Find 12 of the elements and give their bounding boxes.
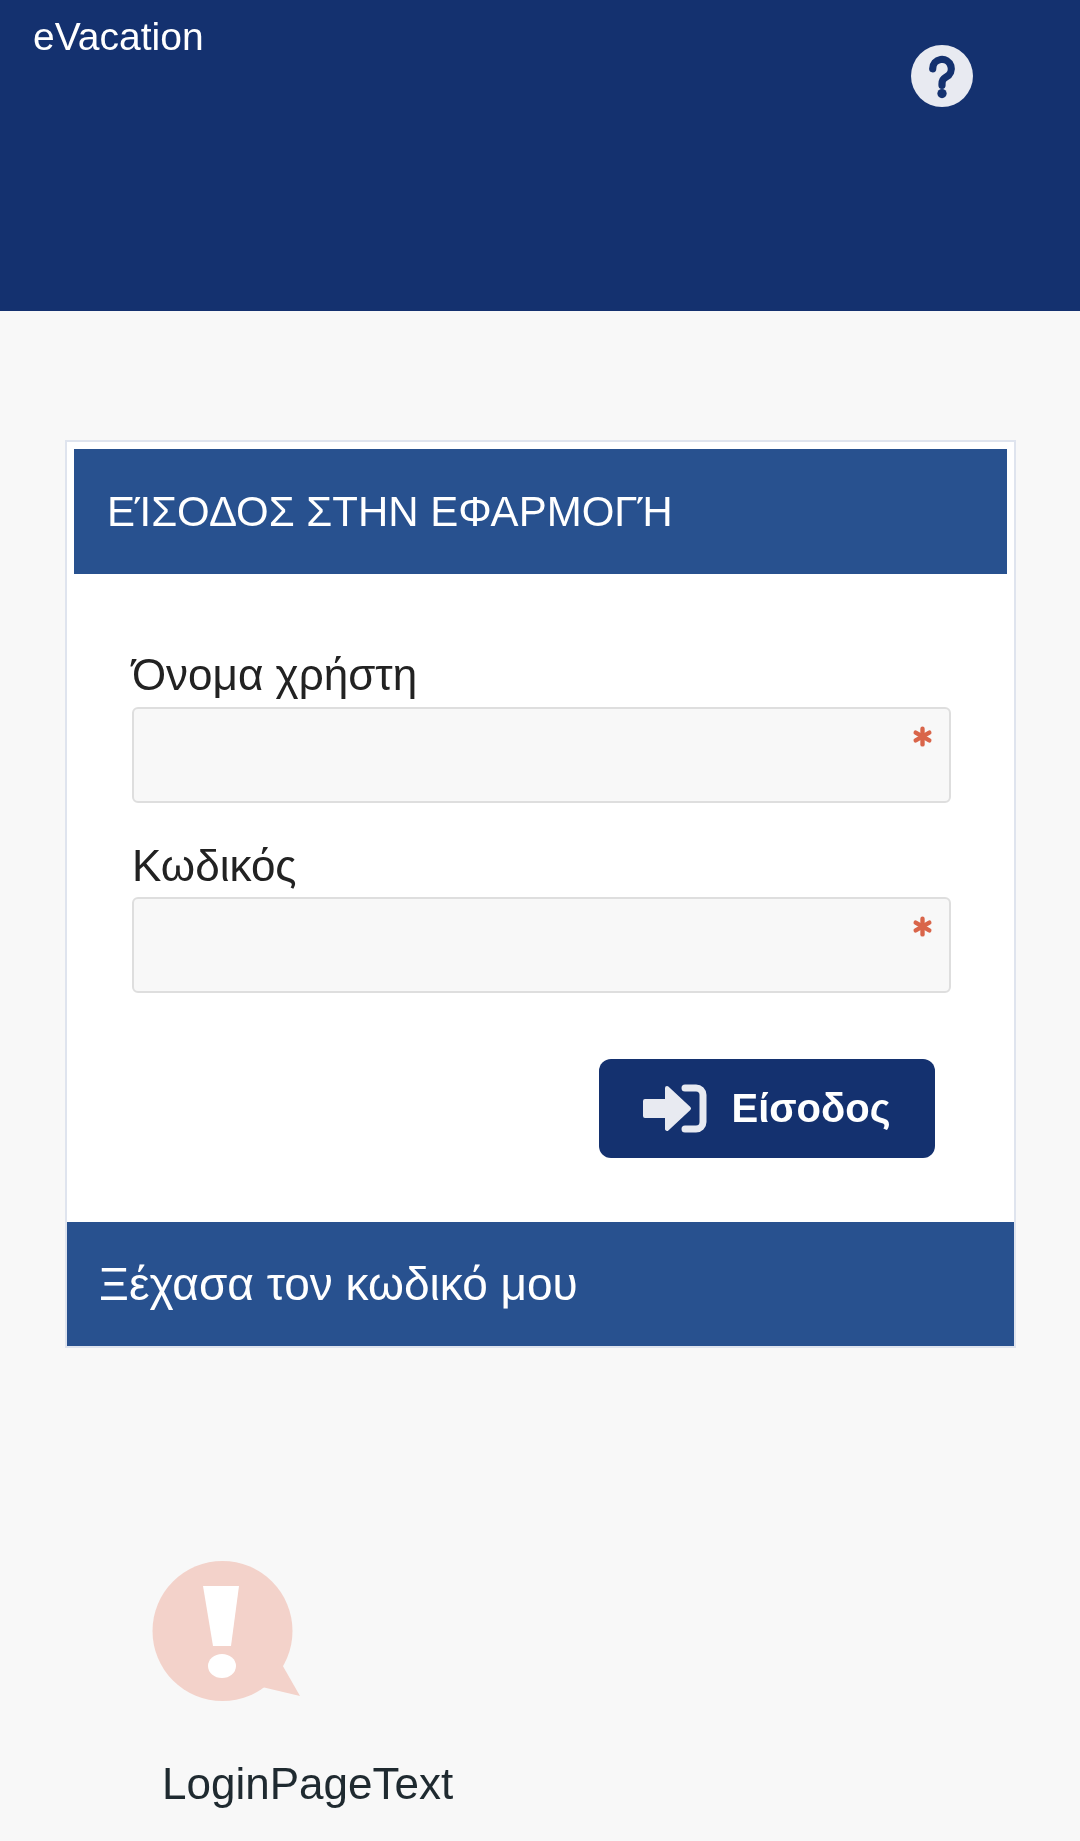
input-field[interactable] xyxy=(132,897,951,994)
field-label: Κωδικός xyxy=(132,840,297,892)
sign-in-icon xyxy=(643,1084,708,1134)
card-title: ΕΊΣΟΔΟΣ ΣΤΗΝ ΕΦΑΡΜΟΓΉ xyxy=(74,449,1007,574)
login-button[interactable]: Είσοδος xyxy=(599,1059,935,1159)
forgot-password-link[interactable]: Ξέχασα τον κωδικό μου xyxy=(67,1222,1014,1347)
input-field[interactable] xyxy=(132,706,951,803)
app-title: eVacation xyxy=(33,17,204,56)
field-label: Όνομα χρήστη xyxy=(132,650,418,701)
notice-text: LoginPageText xyxy=(162,1759,454,1810)
alert-bubble-icon xyxy=(152,1561,300,1702)
help-icon[interactable] xyxy=(911,45,973,107)
